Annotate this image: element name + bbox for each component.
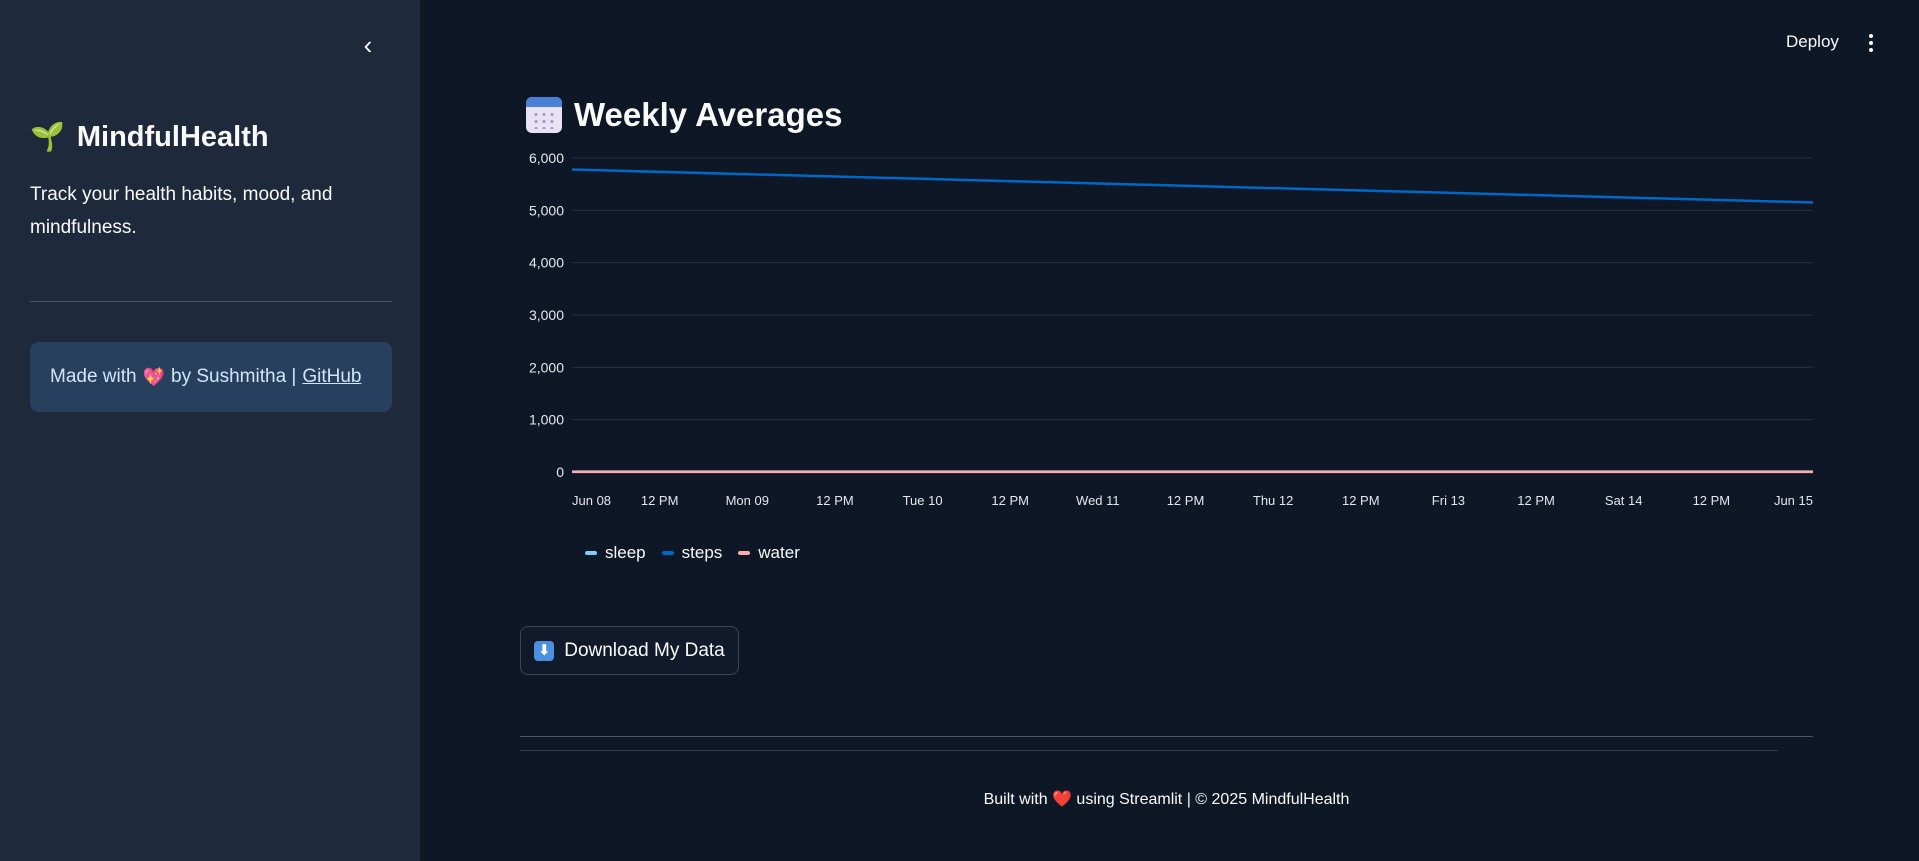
y-tick-label: 1,000 — [529, 412, 564, 428]
sparkling-heart-icon: 💖 — [142, 366, 166, 387]
x-tick-label: Fri 13 — [1432, 493, 1465, 508]
legend-swatch — [661, 551, 674, 555]
x-tick-label: 12 PM — [991, 493, 1029, 508]
x-tick-label: Mon 09 — [726, 493, 769, 508]
legend-label: steps — [681, 543, 723, 562]
legend-swatch — [738, 551, 751, 555]
series-line-steps[interactable] — [571, 168, 1814, 204]
x-tick-label: 12 PM — [641, 493, 679, 508]
x-tick-label: Sat 14 — [1605, 493, 1643, 508]
weekly-averages-chart[interactable]: 6,000 5,000 4,000 3,000 2,000 1,000 0 Jun 08 12 … — [520, 150, 1820, 570]
footer-text: Built with ❤️ using Streamlit | © 2025 M… — [983, 791, 1350, 808]
main-divider — [520, 736, 1813, 737]
section-heading: Weekly Averages — [526, 96, 842, 134]
vertical-dots-icon[interactable] — [1862, 30, 1880, 56]
app-tagline: Track your health habits, mood, and mind… — [30, 184, 333, 238]
x-tick-label: 12 PM — [1167, 493, 1205, 508]
x-tick-label: 12 PM — [1517, 493, 1555, 508]
legend-label: water — [758, 543, 800, 562]
legend-item-water[interactable]: water — [738, 543, 800, 563]
calendar-icon — [526, 97, 562, 133]
deploy-button[interactable]: Deploy — [1786, 32, 1839, 52]
github-link[interactable]: GitHub — [302, 366, 361, 388]
seedling-icon: 🌱 — [30, 121, 65, 152]
chart-svg: 6,000 5,000 4,000 3,000 2,000 1,000 0 Jun 08 12 … — [529, 150, 1814, 508]
y-tick-label: 0 — [556, 464, 564, 480]
y-tick-label: 5,000 — [529, 202, 564, 218]
sidebar: ‹ 🌱 MindfulHealth Track your health habi… — [0, 0, 420, 861]
x-tick-label: Wed 11 — [1076, 493, 1120, 508]
download-arrow-icon: ⬇ — [534, 640, 555, 661]
chart-legend: sleep steps water — [585, 543, 800, 563]
y-tick-label: 6,000 — [529, 150, 564, 166]
x-tick-label: 12 PM — [816, 493, 854, 508]
legend-label: sleep — [605, 543, 646, 562]
x-tick-label: Jun 08 — [572, 493, 611, 508]
x-tick-label: Jun 15 — [1774, 493, 1813, 508]
page-title: Weekly Averages — [574, 96, 843, 133]
legend-item-steps[interactable]: steps — [661, 543, 723, 563]
x-tick-label: Tue 10 — [903, 493, 943, 508]
x-tick-label: 12 PM — [1342, 493, 1380, 508]
app-brand: 🌱 MindfulHealth — [30, 120, 269, 154]
sidebar-divider — [30, 301, 392, 302]
legend-item-sleep[interactable]: sleep — [585, 543, 646, 563]
app-title: MindfulHealth — [76, 120, 269, 153]
credit-prefix: Made with — [50, 366, 137, 387]
main-divider-secondary — [520, 750, 1778, 751]
y-tick-label: 3,000 — [529, 307, 564, 323]
x-tick-label: 12 PM — [1693, 493, 1731, 508]
legend-swatch — [585, 551, 597, 555]
download-label: Download My Data — [564, 639, 725, 661]
x-tick-label: Thu 12 — [1253, 493, 1293, 508]
credit-author: by Sushmitha | — [171, 366, 297, 387]
y-tick-label: 4,000 — [529, 255, 564, 271]
download-data-button[interactable]: ⬇ Download My Data — [520, 626, 739, 675]
collapse-sidebar-button[interactable]: ‹ — [357, 30, 379, 60]
y-tick-label: 2,000 — [529, 359, 564, 375]
credit-box: Made with 💖 by Sushmitha | GitHub — [30, 342, 392, 412]
